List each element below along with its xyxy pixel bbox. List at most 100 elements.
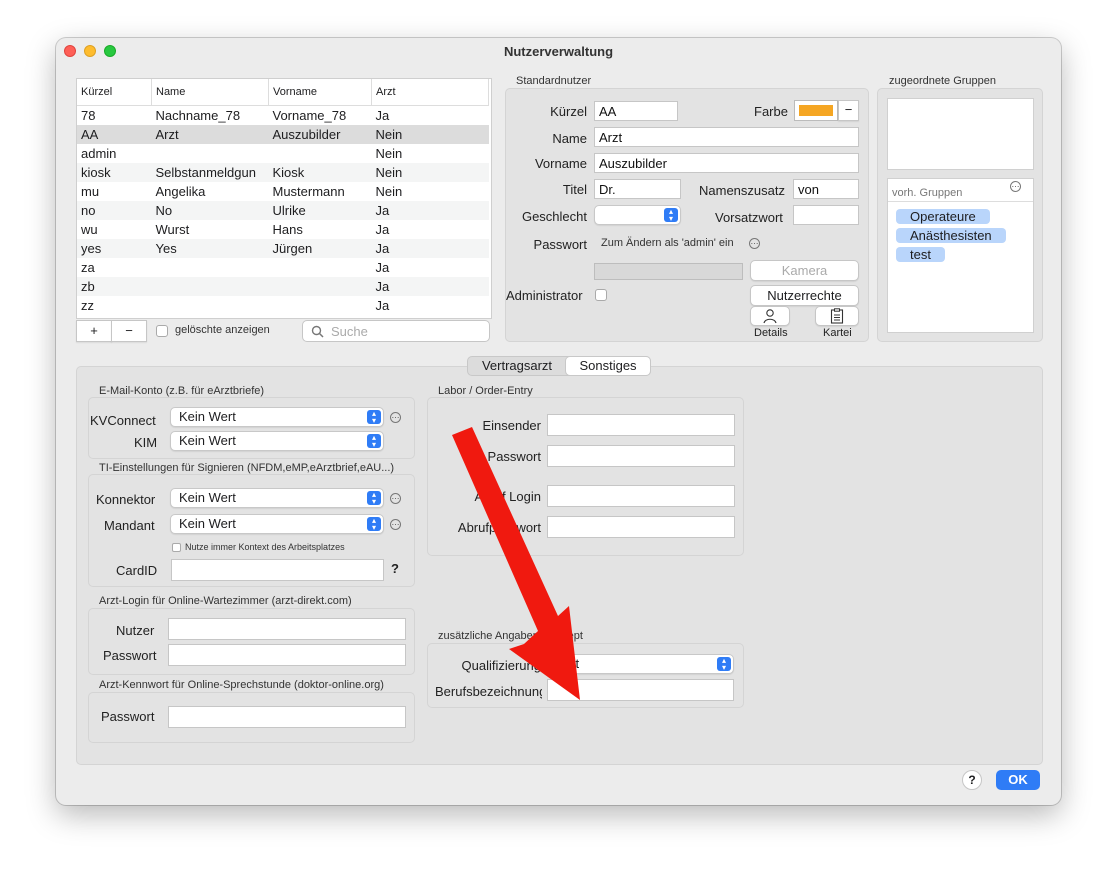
vorsatzwort-field[interactable]	[793, 205, 859, 225]
ok-button[interactable]: OK	[996, 770, 1040, 790]
remove-user-button[interactable]: −	[111, 320, 147, 342]
group-tag[interactable]: Operateure	[896, 209, 990, 224]
abruf-login-field[interactable]	[547, 485, 735, 507]
titel-label: Titel	[562, 182, 587, 197]
kartei-label: Kartei	[823, 327, 852, 339]
cell-name: No	[155, 203, 173, 218]
arzt-passwort-field[interactable]	[168, 644, 406, 666]
clipboard-icon	[830, 308, 844, 324]
qualifizierung-select[interactable]: Arzt ▴ ▾	[547, 654, 734, 674]
vorname-field[interactable]: Auszubilder	[594, 153, 859, 173]
column-header-arzt[interactable]: Arzt	[371, 79, 489, 106]
vorsatzwort-label: Vorsatzwort	[715, 210, 783, 225]
kennwort-passwort-field[interactable]	[168, 706, 406, 728]
table-row[interactable]: zz Ja	[77, 296, 489, 315]
cardid-label: CardID	[116, 563, 158, 578]
context-checkbox[interactable]	[172, 543, 181, 552]
available-groups-list[interactable]: vorh. Gruppen ⋯ Operateure Anästhesisten…	[887, 178, 1034, 333]
column-header-vorname[interactable]: Vorname	[268, 79, 372, 106]
search-placeholder: Suche	[331, 324, 368, 339]
arzt-nutzer-label: Nutzer	[116, 623, 155, 638]
column-header-name[interactable]: Name	[151, 79, 269, 106]
table-row[interactable]: wu Wurst Hans Ja	[77, 220, 489, 239]
cardid-help-icon[interactable]: ?	[391, 561, 399, 576]
abruf-login-label: Abruf Login	[474, 489, 542, 504]
chevron-updown-icon: ▴ ▾	[367, 434, 381, 449]
group-tag[interactable]: Anästhesisten	[896, 228, 1006, 243]
kennwort-passwort-label: Passwort	[101, 709, 155, 724]
cell-kuerzel: no	[81, 203, 96, 218]
more-options-icon[interactable]: ⋯	[390, 519, 401, 530]
namenszusatz-label: Namenszusatz	[699, 183, 785, 198]
more-options-icon[interactable]: ⋯	[1010, 181, 1021, 192]
cell-arzt: Ja	[375, 203, 390, 218]
abrufpasswort-label: Abrufpasswort	[457, 520, 541, 535]
cell-vorname	[269, 277, 372, 296]
table-row[interactable]: yes Yes Jürgen Ja	[77, 239, 489, 258]
passwort-label: Passwort	[533, 237, 587, 252]
user-table[interactable]: Kürzel Name Vorname Arzt 78 Nachname_78 Vo…	[76, 78, 492, 319]
kvconnect-select[interactable]: Kein Wert ▴ ▾	[170, 407, 384, 427]
arzt-nutzer-field[interactable]	[168, 618, 406, 640]
color-clear-button[interactable]: −	[838, 100, 859, 121]
tab-vertragsarzt[interactable]: Vertragsarzt	[468, 357, 566, 375]
abrufpasswort-field[interactable]	[547, 516, 735, 538]
cell-name: Nachname_78	[155, 108, 241, 123]
show-deleted-checkbox[interactable]	[156, 325, 168, 337]
cell-name	[152, 258, 269, 277]
erezept-section-title: zusätzliche Angaben eRezept	[438, 630, 583, 642]
table-row[interactable]: kiosk Selbstanmeldgun Kiosk Nein	[77, 163, 489, 182]
geschlecht-select[interactable]: ▴ ▾	[594, 205, 681, 225]
table-row[interactable]: AA Arzt Auszubilder Nein	[77, 125, 489, 144]
kamera-button[interactable]: Kamera	[750, 260, 859, 281]
table-row[interactable]: no No Ulrike Ja	[77, 201, 489, 220]
titel-field[interactable]: Dr.	[594, 179, 681, 199]
kuerzel-field[interactable]: AA	[594, 101, 678, 121]
cell-vorname: Hans	[272, 222, 303, 237]
more-options-icon[interactable]: ⋯	[390, 493, 401, 504]
table-row[interactable]: mu Angelika Mustermann Nein	[77, 182, 489, 201]
cell-name	[152, 144, 269, 163]
kartei-button[interactable]	[815, 306, 859, 326]
column-header-kuerzel[interactable]: Kürzel	[77, 79, 152, 106]
cardid-field[interactable]	[171, 559, 384, 581]
help-button[interactable]: ?	[962, 770, 982, 790]
assigned-groups-list[interactable]	[887, 98, 1034, 170]
nutzerrechte-button[interactable]: Nutzerrechte	[750, 285, 859, 306]
administrator-checkbox[interactable]	[595, 289, 607, 301]
mandant-label: Mandant	[104, 518, 155, 533]
table-row[interactable]: 78 Nachname_78 Vorname_78 Ja	[77, 106, 489, 126]
add-user-button[interactable]: +	[76, 320, 112, 342]
labor-passwort-field[interactable]	[547, 445, 735, 467]
berufsbezeichnung-field[interactable]	[547, 679, 734, 701]
group-tag[interactable]: test	[896, 247, 945, 262]
name-field[interactable]: Arzt	[594, 127, 859, 147]
more-options-icon[interactable]: ⋯	[749, 238, 760, 249]
cell-name	[152, 296, 269, 315]
table-row[interactable]: zb Ja	[77, 277, 489, 296]
details-button[interactable]	[750, 306, 790, 326]
cell-vorname: Mustermann	[272, 184, 345, 199]
more-options-icon[interactable]: ⋯	[390, 412, 401, 423]
namenszusatz-field[interactable]: von	[793, 179, 859, 199]
mandant-select[interactable]: Kein Wert ▴ ▾	[170, 514, 384, 534]
tab-sonstiges[interactable]: Sonstiges	[566, 357, 650, 375]
cell-arzt: Ja	[375, 260, 390, 275]
mandant-value: Kein Wert	[179, 516, 236, 531]
cell-arzt: Nein	[375, 127, 403, 142]
table-row[interactable]: za Ja	[77, 258, 489, 277]
cell-arzt: Ja	[375, 279, 390, 294]
konnektor-select[interactable]: Kein Wert ▴ ▾	[170, 488, 384, 508]
color-well[interactable]	[794, 100, 838, 121]
name-label: Name	[552, 131, 587, 146]
chevron-updown-icon: ▴ ▾	[664, 208, 678, 223]
kim-select[interactable]: Kein Wert ▴ ▾	[170, 431, 384, 451]
cell-vorname: Auszubilder	[272, 127, 341, 142]
einsender-field[interactable]	[547, 414, 735, 436]
cell-vorname	[269, 144, 372, 163]
kim-value: Kein Wert	[179, 433, 236, 448]
cell-kuerzel: yes	[81, 241, 102, 256]
table-row[interactable]: admin Nein	[77, 144, 489, 163]
geschlecht-label: Geschlecht	[521, 209, 587, 224]
search-input[interactable]: Suche	[302, 320, 490, 342]
